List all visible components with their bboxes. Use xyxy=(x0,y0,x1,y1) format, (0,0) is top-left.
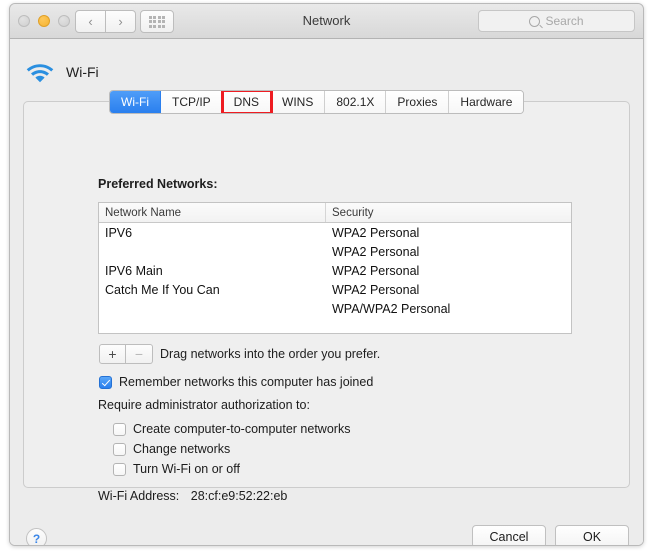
require-admin-heading: Require administrator authorization to: xyxy=(98,398,310,412)
table-row[interactable]: Catch Me If You Can WPA2 Personal xyxy=(99,280,571,299)
preferred-networks-table[interactable]: Network Name Security IPV6 WPA2 Personal… xyxy=(98,202,572,334)
add-network-button[interactable]: + xyxy=(99,344,126,364)
table-row[interactable]: WPA/WPA2 Personal xyxy=(99,299,571,318)
cell-network-name xyxy=(99,242,326,261)
service-name: Wi-Fi xyxy=(66,63,99,80)
turn-wifi-on-off-label: Turn Wi-Fi on or off xyxy=(133,462,240,476)
cancel-button[interactable]: Cancel xyxy=(472,525,546,545)
change-networks-label: Change networks xyxy=(133,442,231,456)
ok-button[interactable]: OK xyxy=(555,525,629,545)
remove-network-button[interactable]: − xyxy=(126,344,153,364)
change-networks-row[interactable]: Change networks xyxy=(113,442,230,456)
tab-tcpip[interactable]: TCP/IP xyxy=(160,91,223,113)
preferred-networks-label: Preferred Networks: xyxy=(98,177,218,191)
tab-label: Wi-Fi xyxy=(121,95,149,109)
cell-security: WPA2 Personal xyxy=(332,263,420,278)
change-networks-checkbox[interactable] xyxy=(113,442,126,456)
turn-wifi-on-off-checkbox[interactable] xyxy=(113,462,126,476)
wifi-address-label: Wi-Fi Address: xyxy=(98,489,180,503)
wifi-address-value: 28:cf:e9:52:22:eb xyxy=(190,489,288,503)
tab-hardware[interactable]: Hardware xyxy=(449,91,524,113)
tab-dns[interactable]: DNS xyxy=(220,91,274,113)
cell-security: WPA2 Personal xyxy=(332,244,420,259)
wifi-address-row: Wi-Fi Address: 28:cf:e9:52:22:eb xyxy=(98,489,287,503)
search-placeholder: Search xyxy=(545,14,584,28)
question-mark-icon: ? xyxy=(32,531,41,546)
minus-icon: − xyxy=(134,346,144,362)
tab-bar: Wi-Fi TCP/IP DNS WINS 802.1X Proxies Har… xyxy=(109,90,525,114)
tab-label: Proxies xyxy=(397,95,438,109)
column-header-network-name[interactable]: Network Name xyxy=(99,203,326,222)
window-titlebar: ‹ › Network Search xyxy=(10,4,643,39)
create-computer-networks-row[interactable]: Create computer-to-computer networks xyxy=(113,422,350,436)
wifi-icon xyxy=(25,60,55,83)
column-header-security[interactable]: Security xyxy=(326,203,571,222)
help-button[interactable]: ? xyxy=(26,528,47,546)
service-header: Wi-Fi xyxy=(25,60,99,83)
cell-security: WPA2 Personal xyxy=(332,225,420,240)
table-row[interactable]: IPV6 WPA2 Personal xyxy=(99,223,571,242)
cell-network-name: IPV6 xyxy=(105,225,133,240)
tab-wins[interactable]: WINS xyxy=(271,91,326,113)
tab-label: Hardware xyxy=(460,95,513,109)
ok-button-label: OK xyxy=(582,529,602,544)
cell-network-name: Catch Me If You Can xyxy=(105,282,220,297)
search-icon xyxy=(529,15,541,27)
plus-icon: + xyxy=(108,346,117,362)
window-footer: ? Cancel OK xyxy=(10,505,643,546)
tab-wifi[interactable]: Wi-Fi xyxy=(110,91,161,113)
cell-network-name xyxy=(99,299,326,318)
table-row[interactable]: WPA2 Personal xyxy=(99,242,571,261)
network-preferences-window: ‹ › Network Search Wi-Fi Wi-Fi TCP/IP DN… xyxy=(9,3,644,546)
remember-networks-checkbox[interactable] xyxy=(99,375,112,389)
cancel-button-label: Cancel xyxy=(489,529,529,544)
footer-buttons: Cancel OK xyxy=(472,525,629,545)
table-header-row: Network Name Security xyxy=(99,203,571,223)
tab-8021x[interactable]: 802.1X xyxy=(325,91,387,113)
tab-label: DNS xyxy=(233,95,259,109)
turn-wifi-on-off-row[interactable]: Turn Wi-Fi on or off xyxy=(113,462,240,476)
cell-security: WPA/WPA2 Personal xyxy=(332,301,451,316)
cell-security: WPA2 Personal xyxy=(332,282,420,297)
drag-hint-text: Drag networks into the order you prefer. xyxy=(160,347,381,361)
create-computer-networks-label: Create computer-to-computer networks xyxy=(133,422,351,436)
remember-networks-label: Remember networks this computer has join… xyxy=(119,375,374,389)
search-field[interactable]: Search xyxy=(478,10,635,32)
tab-label: WINS xyxy=(282,95,314,109)
list-controls: + − xyxy=(99,344,153,364)
tab-label: TCP/IP xyxy=(171,95,211,109)
table-row[interactable]: IPV6 Main WPA2 Personal xyxy=(99,261,571,280)
window-body: Wi-Fi Wi-Fi TCP/IP DNS WINS 802.1X Proxi… xyxy=(10,39,643,545)
remember-networks-checkbox-row[interactable]: Remember networks this computer has join… xyxy=(99,375,373,389)
create-computer-networks-checkbox[interactable] xyxy=(113,422,126,436)
tab-label: 802.1X xyxy=(336,95,375,109)
cell-network-name: IPV6 Main xyxy=(105,263,163,278)
tab-proxies[interactable]: Proxies xyxy=(386,91,450,113)
